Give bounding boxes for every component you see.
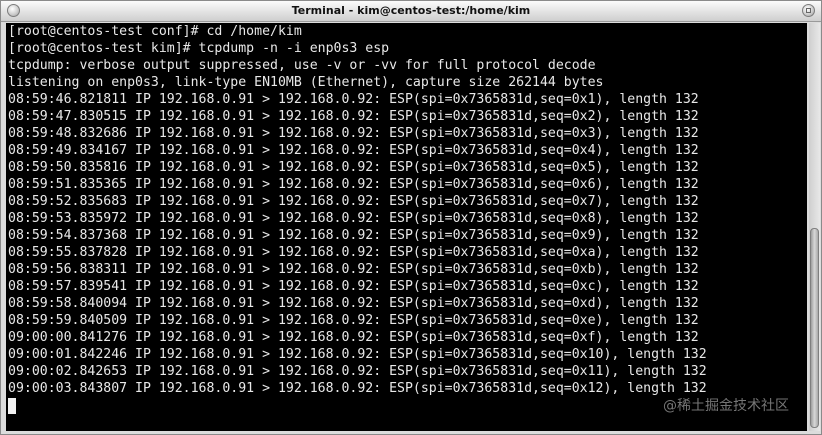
- terminal-line: [root@centos-test conf]# cd /home/kim: [8, 24, 302, 39]
- terminal-line: [root@centos-test kim]# tcpdump -n -i en…: [8, 41, 390, 56]
- title-bar[interactable]: Terminal - kim@centos-test:/home/kim: [1, 1, 821, 22]
- terminal-line: 08:59:51.835365 IP 192.168.0.91 > 192.16…: [8, 177, 699, 192]
- terminal-line: 09:00:02.842653 IP 192.168.0.91 > 192.16…: [8, 364, 707, 379]
- terminal-line: 08:59:53.835972 IP 192.168.0.91 > 192.16…: [8, 211, 699, 226]
- terminal-line: 08:59:49.834167 IP 192.168.0.91 > 192.16…: [8, 143, 699, 158]
- text-cursor: [8, 398, 16, 414]
- terminal-output[interactable]: [root@centos-test conf]# cd /home/kim [ro…: [6, 23, 807, 431]
- terminal-line: 08:59:50.835816 IP 192.168.0.91 > 192.16…: [8, 160, 699, 175]
- terminal-line: 08:59:46.821811 IP 192.168.0.91 > 192.16…: [8, 92, 699, 107]
- terminal-line: 08:59:59.840509 IP 192.168.0.91 > 192.16…: [8, 313, 699, 328]
- terminal-window: Terminal - kim@centos-test:/home/kim [ro…: [0, 0, 822, 435]
- terminal-line: 08:59:52.835683 IP 192.168.0.91 > 192.16…: [8, 194, 699, 209]
- terminal-line: 08:59:55.837828 IP 192.168.0.91 > 192.16…: [8, 245, 699, 260]
- maximize-icon[interactable]: [802, 4, 815, 17]
- scrollbar-thumb[interactable]: [810, 228, 819, 428]
- terminal-line: 08:59:56.838311 IP 192.168.0.91 > 192.16…: [8, 262, 699, 277]
- terminal-line: 08:59:58.840094 IP 192.168.0.91 > 192.16…: [8, 296, 699, 311]
- terminal-line: 08:59:54.837368 IP 192.168.0.91 > 192.16…: [8, 228, 699, 243]
- terminal-line: 08:59:48.832686 IP 192.168.0.91 > 192.16…: [8, 126, 699, 141]
- terminal-line: listening on enp0s3, link-type EN10MB (E…: [8, 75, 604, 90]
- terminal-line: tcpdump: verbose output suppressed, use …: [8, 58, 596, 73]
- window-title: Terminal - kim@centos-test:/home/kim: [291, 4, 531, 17]
- terminal-line: 09:00:01.842246 IP 192.168.0.91 > 192.16…: [8, 347, 707, 362]
- terminal-line: 09:00:03.843807 IP 192.168.0.91 > 192.16…: [8, 381, 707, 396]
- terminal-line: 08:59:47.830515 IP 192.168.0.91 > 192.16…: [8, 109, 699, 124]
- watermark: @稀土掘金技术社区: [663, 398, 789, 414]
- terminal-line: 08:59:57.839541 IP 192.168.0.91 > 192.16…: [8, 279, 699, 294]
- vertical-scrollbar[interactable]: [809, 23, 820, 431]
- terminal-line: 09:00:00.841276 IP 192.168.0.91 > 192.16…: [8, 330, 699, 345]
